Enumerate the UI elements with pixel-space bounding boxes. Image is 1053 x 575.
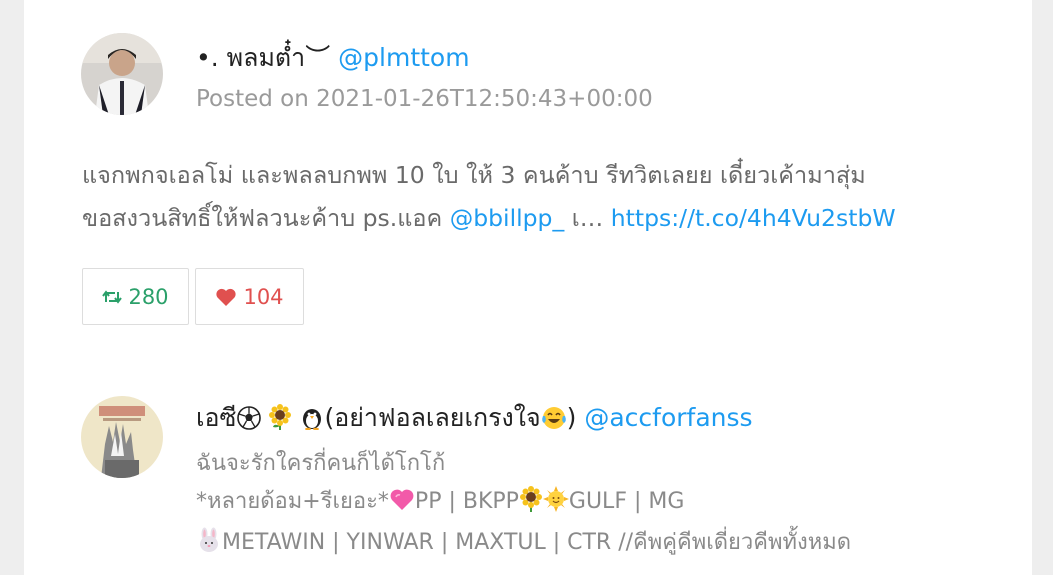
tweet-author-handle[interactable]: @plmttom xyxy=(338,43,469,72)
rabbit-face-icon xyxy=(196,527,222,566)
tweet-text: แจกพกจเอลโม่ และพลลบกพพ 10 ใบ ให้ 3 คนค้… xyxy=(82,154,1022,240)
posted-prefix: Posted on xyxy=(196,86,309,112)
posted-datetime: 2021-01-26T12:50:43+00:00 xyxy=(316,86,653,112)
tweet-timestamp: Posted on 2021-01-26T12:50:43+00:00 xyxy=(196,86,653,112)
tweet-author-avatar[interactable] xyxy=(81,33,163,115)
tweet-text-line-2: ขอสงวนสิทธิ์ให้ฟลวนะค้าบ ps.แอค @bbillpp… xyxy=(82,197,1022,240)
sun-face-icon xyxy=(542,485,569,525)
sunflower-icon xyxy=(519,485,543,525)
retweet-icon xyxy=(102,288,123,306)
tears-of-joy-icon xyxy=(541,406,567,436)
tweet-text-line-1: แจกพกจเอลโม่ และพลลบกพพ 10 ใบ ให้ 3 คนค้… xyxy=(82,161,866,189)
user-handle[interactable]: @accforfanss xyxy=(584,403,752,432)
retweet-count: 280 xyxy=(128,284,169,309)
like-count: 104 xyxy=(243,284,284,309)
tweet-card: •. พลมต๋ำ︶ @plmttom Posted on 2021-01-26… xyxy=(24,0,1032,575)
soccer-ball-icon xyxy=(236,406,261,436)
heart-icon xyxy=(215,287,237,307)
user-avatar[interactable] xyxy=(81,396,163,478)
bio-line-2-c: GULF | MG xyxy=(568,488,685,514)
tweet-text-ellipsis: เ… xyxy=(571,204,604,232)
bio-line-1: ฉันจะรักใครกี่คนก็ได้โกโก้ xyxy=(196,451,446,476)
tweet-text-line-2-prefix: ขอสงวนสิทธิ์ให้ฟลวนะค้าบ ps.แอค xyxy=(82,204,443,232)
bio-line-2-b: PP | BKPP xyxy=(414,488,519,514)
bio-line-3-text: METAWIN | YINWAR | MAXTUL | CTR //คีพคู่… xyxy=(222,530,851,555)
penguin-icon xyxy=(300,406,324,436)
sunflower-icon xyxy=(268,404,292,436)
tweet-mention-link[interactable]: @bbillpp_ xyxy=(450,204,565,232)
user-display-name-close: ) xyxy=(566,403,577,432)
tweet-author-name-line: •. พลมต๋ำ︶ @plmttom xyxy=(196,38,470,78)
user-display-name-prefix: เอซี xyxy=(196,403,237,432)
bio-line-2: *หลายด้อม+รีเยอะ* PP | BKPP GULF | MG xyxy=(196,483,851,525)
user-bio: ฉันจะรักใครกี่คนก็ได้โกโก้ *หลายด้อม+รีเ… xyxy=(196,445,851,566)
pink-heart-icon xyxy=(389,487,415,525)
tweet-url-link[interactable]: https://t.co/4h4Vu2stbW xyxy=(611,204,896,232)
bio-line-3: METAWIN | YINWAR | MAXTUL | CTR //คีพคู่… xyxy=(196,524,851,566)
retweet-count-box[interactable]: 280 xyxy=(82,268,189,325)
tweet-author-display-name: •. พลมต๋ำ︶ xyxy=(196,43,331,72)
user-display-name-text: (อย่าฟอลเลยเกรงใจ xyxy=(324,403,541,432)
bio-line-2-a: *หลายด้อม+รีเยอะ* xyxy=(196,488,389,514)
like-count-box[interactable]: 104 xyxy=(195,268,304,325)
user-name-line: เอซี (อย่าฟอลเลยเกรงใจ) @accforfanss xyxy=(196,398,753,438)
